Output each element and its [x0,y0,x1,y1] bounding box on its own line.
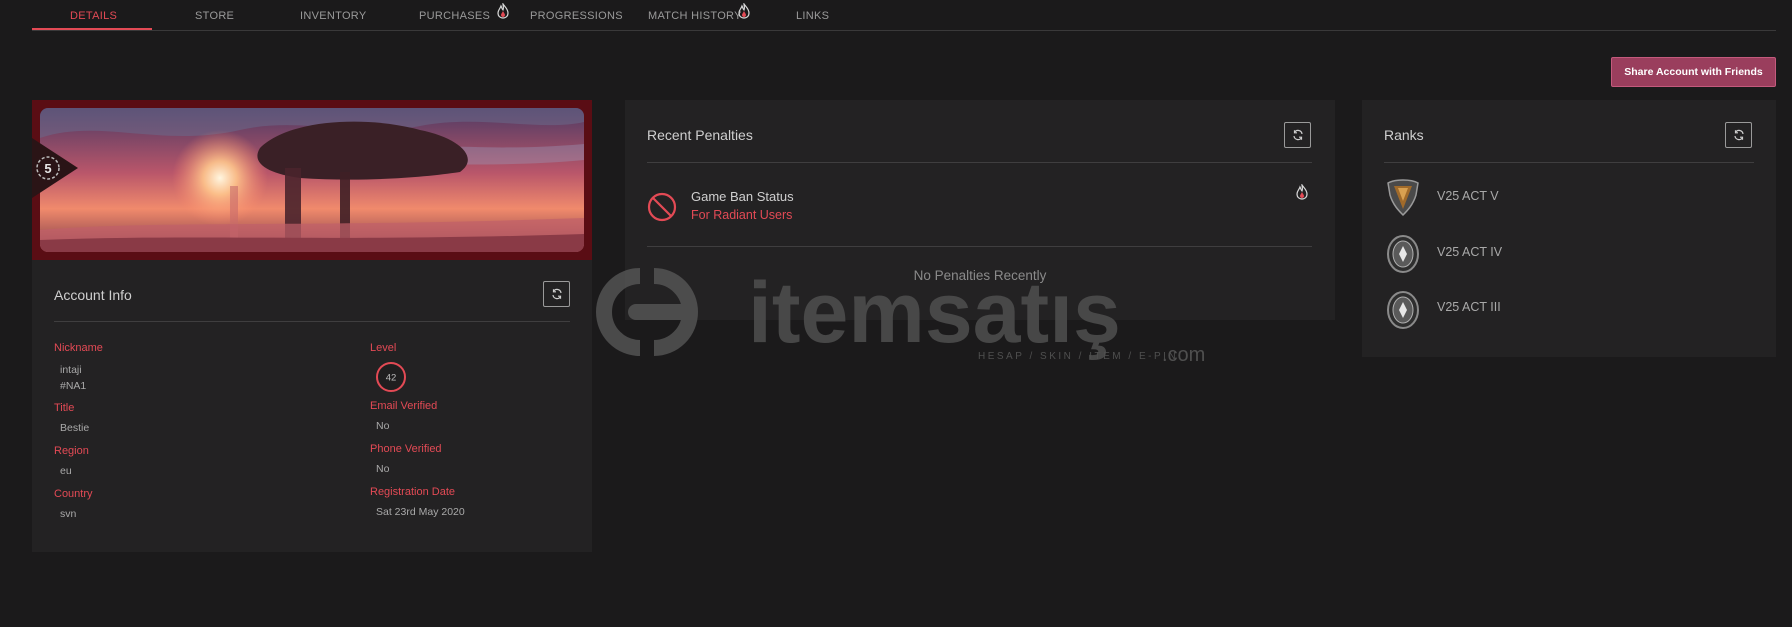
flame-icon [497,3,509,19]
country-label: Country [54,488,93,500]
phone-verified-value: No [376,463,390,475]
rank-label: V25 ACT IV [1437,245,1503,259]
rank-label: V25 ACT III [1437,300,1501,314]
watermark-suffix: .com [1162,344,1205,362]
flame-icon [738,3,750,19]
tab-progressions[interactable]: PROGRESSIONS [530,10,623,22]
banner-level-number: 5 [44,161,51,176]
ranks-divider [1384,162,1754,163]
ranks-refresh-button[interactable] [1725,122,1752,148]
title-value: Bestie [60,422,90,434]
nickname-value: intaji [60,364,82,376]
region-label: Region [54,445,89,457]
region-value: eu [60,465,72,477]
email-verified-label: Email Verified [370,400,438,412]
no-penalties-message: No Penalties Recently [913,268,1047,283]
tab-purchases[interactable]: PURCHASES [419,10,490,22]
penalties-title: Recent Penalties [647,127,753,143]
refresh-icon [1292,129,1303,141]
ranks-title: Ranks [1384,127,1424,143]
rank-label: V25 ACT V [1437,189,1499,203]
level-ring: 42 [376,362,406,392]
game-ban-status-value: For Radiant Users [691,208,793,222]
nickname-label: Nickname [54,342,103,354]
level-border-badge: 5 [32,138,78,198]
penalties-divider [647,162,1312,163]
tab-store[interactable]: STORE [195,10,234,22]
share-account-button[interactable]: Share Account with Friends [1611,57,1776,87]
tab-bar: DETAILS STORE INVENTORY PURCHASES PROGRE… [32,0,1776,31]
tab-links[interactable]: LINKS [796,10,829,22]
level-value: 42 [386,373,397,384]
tab-inventory[interactable]: INVENTORY [300,10,366,22]
ranks-card [1362,100,1776,357]
game-ban-status-label: Game Ban Status [691,189,794,204]
refresh-icon [1733,129,1744,141]
iron-rank-icon [1387,291,1419,329]
watermark-tagline: HESAP / SKIN / ITEM / E-PIN [978,351,1178,362]
penalties-row-divider [647,246,1312,247]
penalties-refresh-button[interactable] [1284,122,1311,148]
account-refresh-button[interactable] [543,281,570,307]
tab-match-history[interactable]: MATCH HISTORY [648,10,742,22]
banner-image [40,108,584,252]
tagline-value: #NA1 [60,380,87,392]
account-info-title: Account Info [54,287,132,303]
tab-details[interactable]: DETAILS [70,10,117,22]
flame-icon [1296,184,1308,200]
level-label: Level [370,342,397,354]
refresh-icon [551,288,562,300]
email-verified-value: No [376,420,390,432]
title-label: Title [54,402,75,414]
country-value: svn [60,508,77,520]
registration-date-label: Registration Date [370,486,455,498]
iron-rank-icon [1387,235,1419,273]
phone-verified-label: Phone Verified [370,443,442,455]
player-banner: 5 [32,100,592,260]
active-tab-underline [32,28,152,30]
registration-date-value: Sat 23rd May 2020 [376,506,465,518]
account-divider [54,321,570,322]
ban-icon [647,192,677,222]
bronze-rank-icon [1387,179,1419,217]
